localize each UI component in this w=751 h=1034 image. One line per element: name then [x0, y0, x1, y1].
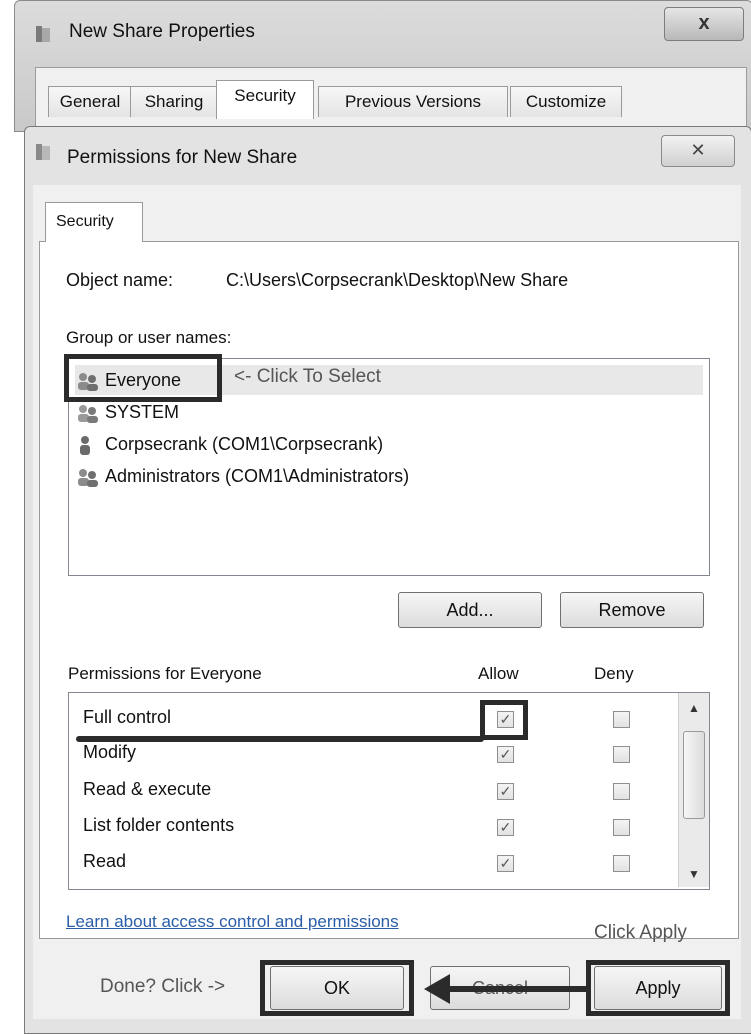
deny-checkbox[interactable] — [613, 855, 630, 872]
list-item-user[interactable]: Administrators (COM1\Administrators) — [75, 461, 703, 491]
permissions-scrollbar[interactable]: ▲ ▼ — [678, 693, 709, 887]
outer-window-title: New Share Properties — [69, 21, 255, 42]
permission-name: Read — [83, 851, 127, 871]
tab-security[interactable]: Security — [45, 202, 143, 242]
object-name-value: C:\Users\Corpsecrank\Desktop\New Share — [226, 270, 569, 290]
allow-checkbox[interactable]: ✓ — [497, 783, 514, 800]
permission-row: Read ✓ — [69, 847, 669, 883]
group-names-label: Group or user names: — [66, 328, 232, 347]
click-to-select-annotation: <- Click To Select — [234, 366, 381, 387]
deny-checkbox[interactable] — [613, 819, 630, 836]
dialog-title: Permissions for New Share — [67, 147, 298, 168]
click-apply-annotation: Click Apply — [594, 922, 687, 943]
list-item-user[interactable]: Corpsecrank (COM1\Corpsecrank) — [75, 429, 703, 459]
user-icon — [80, 436, 90, 456]
permission-name: List folder contents — [83, 815, 235, 835]
dialog-close-button[interactable]: ✕ — [661, 135, 735, 167]
tab-previous-versions[interactable]: Previous Versions — [318, 86, 508, 117]
permission-row: List folder contents ✓ — [69, 811, 669, 847]
permissions-for-label: Permissions for Everyone — [68, 664, 262, 683]
permission-row: Read & execute ✓ — [69, 775, 669, 811]
deny-header: Deny — [594, 664, 634, 683]
permission-name: Modify — [83, 742, 137, 762]
allow-header: Allow — [478, 664, 519, 683]
outer-close-button[interactable]: x — [664, 7, 744, 41]
apply-highlight-box — [586, 960, 730, 1016]
user-name: Corpsecrank (COM1\Corpsecrank) — [105, 434, 384, 454]
scroll-up-icon[interactable]: ▲ — [679, 701, 709, 715]
scroll-down-icon[interactable]: ▼ — [679, 867, 709, 881]
folder-icon — [36, 26, 50, 42]
everyone-highlight-box — [64, 354, 222, 402]
deny-checkbox[interactable] — [613, 711, 630, 728]
tab-security-outer[interactable]: Security — [216, 80, 314, 119]
allow-checkbox[interactable]: ✓ — [497, 819, 514, 836]
tab-general[interactable]: General — [48, 86, 132, 117]
permissions-list[interactable]: Full control ✓ Modify ✓ Read & execute ✓… — [68, 692, 710, 890]
permission-name: Full control — [83, 707, 172, 727]
group-icon — [78, 405, 98, 424]
outer-tabstrip: General Sharing Security Previous Versio… — [35, 67, 747, 129]
learn-more-link[interactable]: Learn about access control and permissio… — [66, 912, 399, 932]
ok-highlight-box — [260, 960, 414, 1016]
deny-checkbox[interactable] — [613, 746, 630, 763]
user-name: Administrators (COM1\Administrators) — [105, 466, 410, 486]
user-name: SYSTEM — [105, 402, 180, 422]
permission-row: Modify ✓ — [69, 738, 669, 774]
scroll-thumb[interactable] — [683, 731, 705, 819]
folder-icon — [36, 144, 50, 160]
annotation-arrow-line — [444, 986, 590, 992]
deny-checkbox[interactable] — [613, 783, 630, 800]
full-control-allow-highlight-box — [480, 700, 528, 740]
object-name-label: Object name: — [66, 270, 174, 290]
annotation-arrow-head — [424, 974, 450, 1004]
permission-row: Full control ✓ — [69, 703, 669, 739]
done-click-annotation: Done? Click -> — [100, 976, 226, 997]
tab-customize[interactable]: Customize — [510, 86, 622, 117]
add-button[interactable]: Add... — [398, 592, 542, 628]
allow-checkbox[interactable]: ✓ — [497, 746, 514, 763]
outer-window: New Share Properties x General Sharing S… — [14, 0, 751, 132]
allow-checkbox[interactable]: ✓ — [497, 855, 514, 872]
full-control-underline — [76, 736, 484, 742]
tab-sharing[interactable]: Sharing — [130, 86, 218, 117]
permissions-dialog: Permissions for New Share ✕ Security — [24, 126, 751, 1034]
remove-button[interactable]: Remove — [560, 592, 704, 628]
permission-name: Read & execute — [83, 779, 212, 799]
group-icon — [78, 469, 98, 488]
